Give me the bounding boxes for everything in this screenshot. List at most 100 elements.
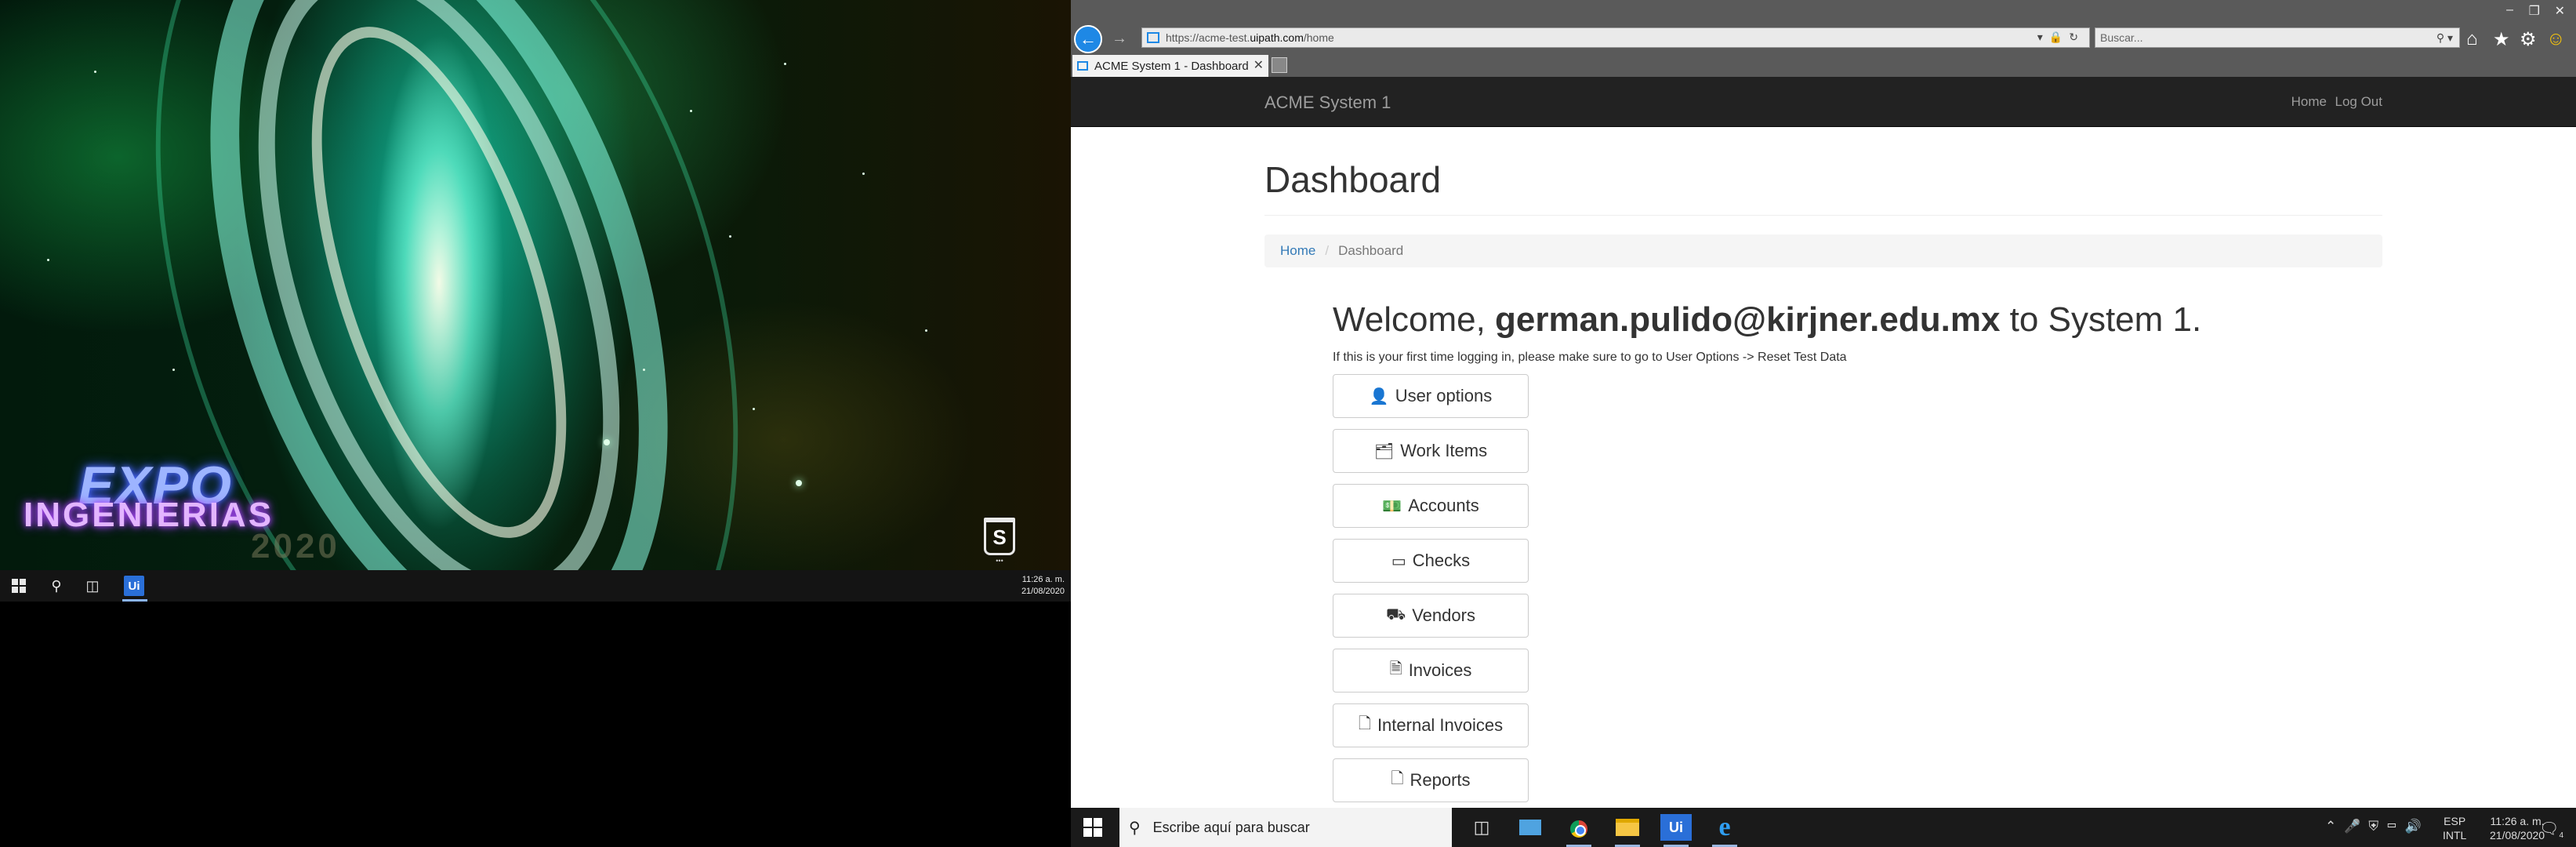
browser-search-input[interactable]: Buscar... ⚲ ▾ (2095, 27, 2460, 48)
start-button[interactable] (8, 575, 30, 597)
star (862, 173, 865, 175)
right-taskbar: ⚲ Escribe aquí para buscar ◫ Ui e ⌃🎤⛨▭🔊 … (1071, 808, 2576, 847)
breadcrumb-current: Dashboard (1338, 243, 1404, 258)
microphone-icon[interactable]: 🎤 (2344, 819, 2368, 834)
welcome-prefix: Welcome, (1333, 300, 1486, 339)
clock-time: 11:26 a. m. (1021, 575, 1065, 584)
dropdown-icon[interactable]: ▾ (2037, 31, 2049, 43)
refresh-icon[interactable]: ↻ (2069, 31, 2084, 43)
forward-arrow-icon[interactable]: → (1112, 30, 1127, 48)
menu-label: Internal Invoices (1377, 715, 1504, 735)
volume-icon[interactable]: 🔊 (2405, 819, 2429, 834)
star (47, 259, 49, 261)
network-icon[interactable]: ▭ (2386, 819, 2405, 834)
logo-ingenierias-text: INGENIERIAS (24, 496, 274, 534)
browser-navbar: ← → https://acme-test. uipath.com/home ▾🔒… (1071, 25, 2576, 53)
mail-app-button[interactable] (1515, 814, 1546, 841)
welcome-username: german.pulido@kirjner.edu.mx (1495, 300, 2001, 339)
user-options-button[interactable]: 👤 User options (1333, 374, 1529, 418)
minimize-icon[interactable]: – (2506, 3, 2513, 17)
accounts-button[interactable]: 💵 Accounts (1333, 484, 1529, 528)
gear-icon[interactable]: ⚙ (2520, 28, 2537, 51)
clock-date: 21/08/2020 (2490, 829, 2545, 842)
tab-favicon-icon (1077, 61, 1088, 71)
notification-center-icon[interactable]: 🗨4 (2539, 819, 2563, 840)
star (729, 235, 731, 238)
star (643, 369, 645, 371)
star-icon[interactable]: ★ (2493, 28, 2510, 51)
file-explorer-button[interactable] (1612, 814, 1643, 847)
uipath-taskbar-icon[interactable]: Ui (124, 576, 144, 596)
menu-label: Reports (1410, 770, 1471, 790)
smiley-icon[interactable]: ☺ (2546, 28, 2566, 50)
taskbar-clock[interactable]: 11:26 a. m. 21/08/2020 (1021, 574, 1065, 598)
browser-tab-strip: ACME System 1 - Dashboard ✕ (1071, 53, 2576, 77)
search-placeholder: Buscar... (2100, 31, 2143, 44)
close-icon[interactable]: ✕ (2555, 3, 2565, 19)
task-view-icon[interactable]: ◫ (82, 575, 103, 597)
restore-icon[interactable]: ❐ (2529, 3, 2540, 19)
breadcrumb-home-link[interactable]: Home (1280, 243, 1315, 259)
star (172, 369, 175, 371)
menu-label: Accounts (1408, 496, 1479, 515)
taskbar-clock[interactable]: 11:26 a. m. 21/08/2020 (2490, 814, 2545, 842)
uipath-app-button[interactable]: Ui (1660, 814, 1692, 847)
taskbar-search-placeholder: Escribe aquí para buscar (1152, 819, 1310, 835)
chrome-app-button[interactable] (1563, 814, 1595, 847)
menu-label: Checks (1412, 551, 1471, 570)
language-indicator[interactable]: ESP INTL (2443, 814, 2466, 842)
search-icon[interactable]: ⚲ (45, 575, 67, 597)
vendors-button[interactable]: ⛟ Vendors (1333, 594, 1529, 638)
search-icon[interactable]: ⚲ ▾ (2436, 28, 2453, 47)
app-brand[interactable]: ACME System 1 (1264, 93, 1391, 113)
right-monitor: – ❐ ✕ ← → https://acme-test. uipath.com/h… (1071, 0, 2576, 847)
invoices-button[interactable]: 🗎 Invoices (1333, 649, 1529, 693)
star (604, 439, 610, 445)
checks-button[interactable]: ▭ Checks (1333, 539, 1529, 583)
first-time-note: If this is your first time logging in, p… (1333, 351, 1847, 364)
logo-year-text: 2020 (251, 527, 340, 565)
browser-titlebar: – ❐ ✕ (1071, 0, 2576, 25)
internal-invoices-button[interactable]: 🗋 Internal Invoices (1333, 703, 1529, 747)
url-path: /home (1303, 31, 1334, 44)
dashboard-menu: 👤 User options 🗂 Work Items 💵 Accounts ▭ Che… (1333, 374, 2382, 802)
file-text-icon: 🗎 (1389, 660, 1402, 678)
address-bar[interactable]: https://acme-test. uipath.com/home ▾🔒↻ (1141, 27, 2090, 48)
welcome-block: Welcome, german.pulido@kirjner.edu.mx to… (1333, 300, 2382, 802)
clock-time: 11:26 a. m. (2490, 815, 2545, 827)
home-icon[interactable]: ⌂ (2466, 28, 2478, 50)
mail-icon (1519, 820, 1541, 835)
address-bar-icons: ▾🔒↻ (2037, 31, 2084, 44)
back-arrow-icon[interactable]: ← (1074, 25, 1102, 53)
menu-label: Work Items (1400, 441, 1488, 460)
money-icon: 💵 (1382, 497, 1402, 515)
tab-acme-dashboard[interactable]: ACME System 1 - Dashboard ✕ (1072, 55, 1268, 77)
star (753, 408, 755, 410)
new-tab-button[interactable] (1272, 57, 1287, 73)
star (796, 480, 802, 486)
file-icon: 🗋 (1358, 715, 1371, 732)
active-app-indicator (122, 599, 147, 602)
reports-button[interactable]: 🗋 Reports (1333, 758, 1529, 802)
expo-ingenierias-logo: EXPO INGENIERIAS 2020 (24, 455, 353, 565)
chevron-up-icon[interactable]: ⌃ (2325, 819, 2344, 834)
windows-logo-icon[interactable] (1083, 818, 1102, 837)
page-content: Dashboard Home / Dashboard Welcome, germ… (1264, 127, 2382, 802)
lock-icon[interactable]: 🔒 (2049, 31, 2069, 43)
tab-close-icon[interactable]: ✕ (1254, 57, 1264, 73)
internet-explorer-button[interactable]: e (1709, 812, 1740, 847)
recycle-bin-caption: ••• (996, 557, 1003, 565)
nav-home-link[interactable]: Home (2291, 94, 2327, 110)
task-view-icon[interactable]: ◫ (1466, 814, 1497, 841)
nav-logout-link[interactable]: Log Out (2335, 94, 2383, 110)
taskbar-search-input[interactable]: ⚲ Escribe aquí para buscar (1119, 808, 1452, 847)
work-items-button[interactable]: 🗂 Work Items (1333, 429, 1529, 473)
notification-count: 4 (2559, 831, 2563, 840)
folder-icon (1616, 819, 1639, 836)
recycle-bin-icon[interactable]: S ••• (972, 518, 1027, 570)
site-favicon-icon (1147, 32, 1159, 43)
clock-date: 21/08/2020 (1021, 587, 1065, 596)
url-host: uipath.com (1250, 31, 1304, 44)
user-icon: 👤 (1369, 387, 1389, 405)
shield-icon[interactable]: ⛨ (2368, 819, 2386, 834)
